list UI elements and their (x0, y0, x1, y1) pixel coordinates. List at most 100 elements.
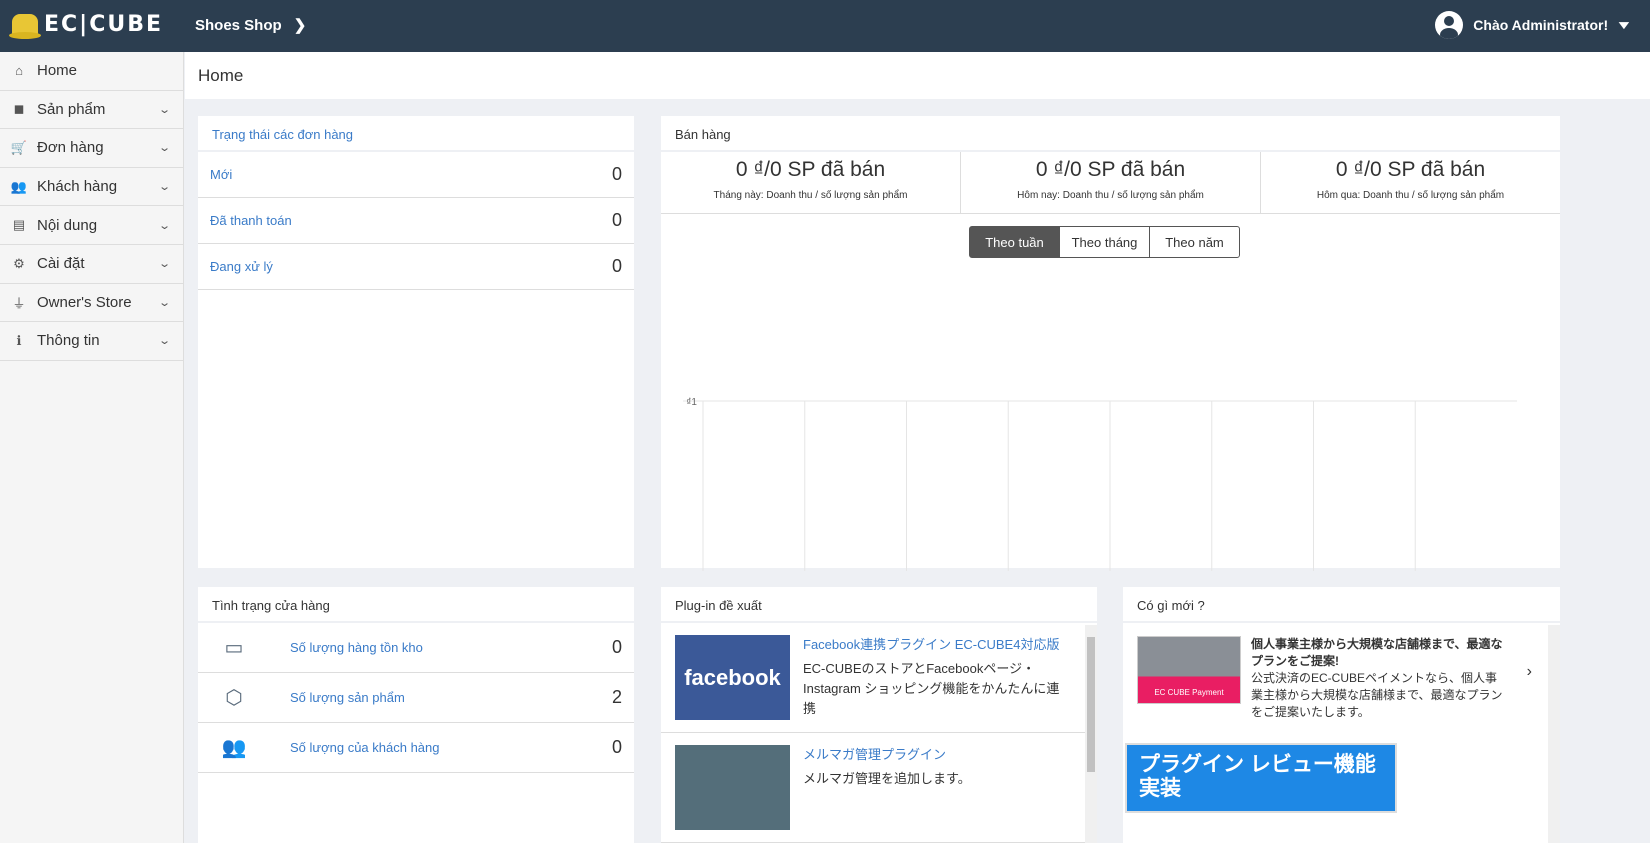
sales-card: Bán hàng 0 ₫/0 SP đã bán Tháng này: Doanh… (661, 116, 1560, 571)
greeting: Chào Administrator! (1473, 17, 1609, 33)
sidebar-item-label: Nội dung (37, 216, 98, 234)
card-title[interactable]: Trạng thái các đơn hàng (198, 116, 634, 152)
cart-icon: 🛒 (10, 139, 28, 155)
chevron-down-icon: ⌄ (157, 335, 171, 348)
user-avatar-icon (1435, 11, 1464, 39)
sidebar-item-label: Khách hàng (37, 178, 118, 196)
status-count: 0 (611, 256, 622, 276)
news-item[interactable]: EC CUBE Payment 個人事業主様から大規模な店舗様まで、最適なプラン… (1123, 623, 1560, 721)
status-count: 0 (611, 210, 622, 230)
store-row-label[interactable]: Số lượng của khách hàng (290, 740, 440, 755)
stat-label: Tháng này: Doanh thu / số lượng sản phẩm (713, 190, 908, 201)
gear-icon: ⚙ (13, 255, 25, 271)
chevron-right-icon[interactable]: › (1527, 663, 1532, 681)
status-label[interactable]: Đang xử lý (210, 259, 273, 274)
sidebar-item-5[interactable]: ⚙ Cài đặt ⌄ (0, 245, 183, 284)
shop-name: Shoes Shop (195, 17, 282, 34)
plugin-desc: メルマガ管理を追加します。 (803, 771, 971, 786)
plug-icon: ⏚ (12, 295, 26, 311)
box-icon: ◼ (13, 101, 25, 117)
ec-cube-logo[interactable]: EC|CUBE (9, 12, 163, 39)
news-headline: 個人事業主様から大規模な店舗様まで、最適なプランをご提案! (1251, 637, 1503, 668)
stat-label: Hôm qua: Doanh thu / số lượng sản phẩm (1316, 190, 1505, 201)
plugin-desc: EC-CUBEのストアとFacebookページ・Instagram ショッピング… (803, 661, 1060, 716)
news-image: EC CUBE Payment (1137, 636, 1241, 704)
chevron-down-icon: ▼ (1615, 18, 1633, 32)
store-row-icon: ▭ (224, 637, 244, 659)
sidebar-item-label: Owner's Store (37, 293, 132, 311)
card-title: Bán hàng (661, 116, 1560, 152)
order-status-row[interactable]: Mới 0 (198, 152, 634, 198)
sidebar-item-1[interactable]: ◼ Sản phẩm ⌄ (0, 91, 183, 130)
sidebar: ⌂ Home ◼ Sản phẩm ⌄ 🛒 Đơn hàng ⌄ 👥 Khách hàng ⌄ ▤ Nộ… (0, 52, 184, 843)
stat-value: 0 ₫/0 SP đã bán (1035, 158, 1186, 181)
stat-value: 0 ₫/0 SP đã bán (1335, 158, 1486, 181)
sales-stat: 0 ₫/0 SP đã bán Tháng này: Doanh thu / số… (661, 152, 961, 213)
chevron-right-icon: ❯ (293, 17, 307, 34)
plugin-card: Plug-in đề xuất facebook Facebook連携プラグイン … (661, 587, 1097, 843)
store-status-row[interactable]: 👥 Số lượng của khách hàng 0 (198, 723, 634, 773)
page-title: Home (185, 52, 1650, 99)
sidebar-item-4[interactable]: ▤ Nội dung ⌄ (0, 206, 183, 245)
sidebar-item-label: Sản phẩm (37, 100, 106, 118)
period-tab-2[interactable]: Theo năm (1149, 226, 1240, 258)
order-status-card: Trạng thái các đơn hàng Mới 0 Đã thanh toá… (198, 116, 634, 568)
store-row-count: 0 (611, 737, 622, 757)
sidebar-item-3[interactable]: 👥 Khách hàng ⌄ (0, 168, 183, 207)
chevron-down-icon: ⌄ (157, 103, 171, 116)
store-status-row[interactable]: ▭ Số lượng hàng tồn kho 0 (198, 623, 634, 673)
status-label[interactable]: Đã thanh toán (210, 213, 292, 228)
plugin-item[interactable]: メルマガ管理プラグインメルマガ管理を追加します。 (661, 733, 1085, 843)
store-row-icon: ⬡ (225, 687, 243, 709)
plugin-image (675, 745, 790, 830)
stat-value: 0 ₫/0 SP đã bán (735, 158, 886, 181)
chevron-down-icon: ⌄ (157, 142, 171, 155)
top-header: EC|CUBE Shoes Shop ❯ Chào Administrator! ▼ (0, 0, 1650, 52)
user-menu[interactable]: Chào Administrator! ▼ (1435, 11, 1633, 39)
news-body: 公式決済のEC-CUBEペイメントなら、個人事業主様から大規模な店舗様まで、最適… (1251, 671, 1503, 719)
sidebar-item-label: Đơn hàng (37, 139, 104, 157)
sidebar-item-label: Cài đặt (37, 255, 85, 273)
plugin-title[interactable]: メルマガ管理プラグイン (803, 745, 971, 765)
file-icon: ▤ (12, 217, 26, 233)
period-tab-0[interactable]: Theo tuần (969, 226, 1060, 258)
order-status-row[interactable]: Đang xử lý 0 (198, 244, 634, 290)
hat-icon (9, 13, 41, 39)
scrollbar[interactable] (1548, 625, 1560, 843)
info-icon: ℹ (16, 332, 22, 348)
store-row-label[interactable]: Số lượng hàng tồn kho (290, 640, 423, 655)
sales-stat: 0 ₫/0 SP đã bán Hôm nay: Doanh thu / số l… (961, 152, 1261, 213)
status-label[interactable]: Mới (210, 167, 232, 182)
users-icon: 👥 (10, 178, 28, 194)
status-count: 0 (611, 164, 622, 184)
period-tab-1[interactable]: Theo tháng (1059, 226, 1150, 258)
sidebar-item-7[interactable]: ℹ Thông tin ⌄ (0, 322, 183, 361)
shop-link[interactable]: Shoes Shop ❯ (195, 16, 306, 34)
sidebar-item-label: Home (37, 62, 78, 80)
chevron-down-icon: ⌄ (157, 219, 171, 232)
store-status-card: Tình trạng cửa hàng ▭ Số lượng hàng tồn k… (198, 587, 634, 843)
y-tick-label: ₫1 (686, 397, 697, 408)
card-title: Tình trạng cửa hàng (198, 587, 634, 623)
chevron-down-icon: ⌄ (157, 258, 171, 271)
sales-stat: 0 ₫/0 SP đã bán Hôm qua: Doanh thu / số l… (1261, 152, 1560, 213)
order-status-row[interactable]: Đã thanh toán 0 (198, 198, 634, 244)
plugin-title[interactable]: Facebook連携プラグイン EC-CUBE4対応版 (803, 635, 1071, 655)
store-row-count: 2 (611, 687, 622, 707)
card-title: Có gì mới ? (1123, 587, 1560, 623)
store-status-row[interactable]: ⬡ Số lượng sản phẩm 2 (198, 673, 634, 723)
scrollbar[interactable] (1085, 625, 1097, 843)
store-row-icon: 👥 (221, 737, 247, 759)
plugin-review-banner[interactable]: プラグイン レビュー機能実装 (1125, 743, 1397, 813)
news-card: Có gì mới ? EC CUBE Payment 個人事業主様から大規模な… (1123, 587, 1560, 843)
chevron-down-icon: ⌄ (157, 181, 171, 194)
stat-label: Hôm nay: Doanh thu / số lượng sản phẩm (1017, 190, 1204, 201)
home-icon: ⌂ (15, 63, 23, 79)
chevron-down-icon: ⌄ (157, 296, 171, 309)
plugin-image: facebook (675, 635, 790, 720)
store-row-label[interactable]: Số lượng sản phẩm (290, 690, 405, 705)
sidebar-item-2[interactable]: 🛒 Đơn hàng ⌄ (0, 129, 183, 168)
plugin-item[interactable]: facebook Facebook連携プラグイン EC-CUBE4対応版 EC-CU… (661, 623, 1085, 733)
sidebar-item-0[interactable]: ⌂ Home (0, 52, 183, 91)
sidebar-item-6[interactable]: ⏚ Owner's Store ⌄ (0, 284, 183, 323)
